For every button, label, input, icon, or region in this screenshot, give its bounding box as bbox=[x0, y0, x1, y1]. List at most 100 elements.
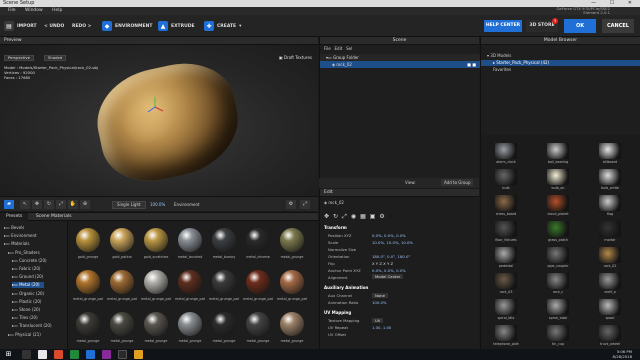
explorer-icon[interactable] bbox=[38, 350, 47, 359]
model-thumbnail[interactable] bbox=[547, 325, 569, 341]
material-sphere[interactable] bbox=[280, 312, 304, 336]
model-thumbnail[interactable] bbox=[599, 299, 621, 315]
help-center-button[interactable]: HELP CENTER bbox=[484, 20, 522, 32]
material-tree-item[interactable]: ▸▭ Ground (20) bbox=[12, 274, 43, 280]
undo-button[interactable]: < UNDO bbox=[44, 20, 64, 32]
material-tree-item[interactable]: ▸▭ Materials bbox=[4, 241, 29, 247]
app-icon[interactable] bbox=[54, 350, 63, 359]
material-sphere[interactable] bbox=[246, 270, 270, 294]
browser-tree-item[interactable]: Favorites bbox=[493, 67, 511, 73]
tab-scene-materials[interactable]: Scene Materials bbox=[30, 213, 78, 221]
model-thumbnail[interactable] bbox=[599, 195, 621, 211]
model-thumbnail[interactable] bbox=[495, 299, 517, 315]
app-icon[interactable] bbox=[118, 350, 127, 359]
material-tree-item[interactable]: ▸▭ Physical (21) bbox=[8, 332, 41, 338]
menu-file[interactable]: File bbox=[8, 8, 16, 13]
zoom-tool-icon[interactable]: ⊕ bbox=[80, 200, 90, 209]
material-sphere[interactable] bbox=[178, 270, 202, 294]
model-thumbnail[interactable] bbox=[599, 169, 621, 185]
model-thumbnail[interactable] bbox=[547, 299, 569, 315]
scene-menu-edit[interactable]: Edit bbox=[335, 46, 343, 51]
model-thumbnail[interactable] bbox=[495, 273, 517, 289]
material-sphere[interactable] bbox=[76, 228, 100, 252]
redo-button[interactable]: REDO > bbox=[72, 20, 91, 32]
model-thumbnail[interactable] bbox=[599, 247, 621, 263]
expand-icon[interactable]: ⤢ bbox=[300, 200, 310, 209]
scale-tool-icon[interactable]: ⤢ bbox=[56, 200, 66, 209]
search-icon[interactable] bbox=[22, 350, 31, 359]
light-intensity-value[interactable]: 100.0% bbox=[150, 201, 165, 209]
material-sphere[interactable] bbox=[280, 270, 304, 294]
shading-dropdown[interactable]: Shaded bbox=[44, 55, 67, 61]
browser-tree-item[interactable]: ▾ 3D Models bbox=[487, 53, 511, 59]
model-thumbnail[interactable] bbox=[547, 143, 569, 159]
pan-tool-icon[interactable]: ✋ bbox=[68, 200, 78, 209]
material-sphere[interactable] bbox=[144, 312, 168, 336]
model-thumbnail[interactable] bbox=[495, 169, 517, 185]
model-thumbnail[interactable] bbox=[547, 273, 569, 289]
material-sphere[interactable] bbox=[178, 312, 202, 336]
menu-window[interactable]: Window bbox=[25, 8, 43, 13]
scene-menu-sel[interactable]: Sel bbox=[346, 46, 352, 51]
create-button[interactable]: ✚ CREATE ▾ bbox=[204, 20, 241, 32]
model-thumbnail[interactable] bbox=[495, 143, 517, 159]
material-sphere[interactable] bbox=[246, 312, 270, 336]
tab-presets[interactable]: Presets bbox=[0, 213, 29, 221]
anchor-value[interactable]: 0.0%, 0.0%, 0.0% bbox=[372, 268, 406, 273]
material-sphere[interactable] bbox=[144, 270, 168, 294]
aux-channel-dropdown[interactable]: None bbox=[372, 293, 388, 298]
aux-animation-section[interactable]: Auxiliary Animation bbox=[324, 285, 368, 290]
model-thumbnail[interactable] bbox=[495, 247, 517, 263]
light-mode-dropdown[interactable]: Single Light bbox=[112, 201, 146, 209]
browser-tree-item-selected[interactable]: ▸ Starter_Pack_Physical (42) bbox=[481, 60, 640, 66]
move-tool-icon[interactable]: ✥ bbox=[32, 200, 42, 209]
material-tree-item[interactable]: ▸▭ Fabric (20) bbox=[12, 266, 40, 272]
model-thumbnail[interactable] bbox=[599, 143, 621, 159]
material-sphere[interactable] bbox=[110, 312, 134, 336]
model-thumbnail[interactable] bbox=[547, 195, 569, 211]
environment-button[interactable]: ◆ ENVIRONMENT bbox=[102, 20, 152, 32]
transform-section[interactable]: Transform bbox=[324, 225, 347, 230]
material-tree-item[interactable]: ▸▭ Environment bbox=[4, 233, 37, 239]
material-sphere[interactable] bbox=[246, 228, 270, 252]
system-clock[interactable]: 5:06 PM 8/28/2018 bbox=[613, 349, 632, 359]
texture-mapping-dropdown[interactable]: UV bbox=[372, 318, 384, 323]
visibility-icon[interactable]: ■ ■ bbox=[467, 61, 476, 68]
model-thumbnail[interactable] bbox=[547, 221, 569, 237]
app-icon[interactable] bbox=[134, 350, 143, 359]
cancel-button[interactable]: CANCEL bbox=[602, 19, 634, 33]
model-thumbnail[interactable] bbox=[599, 273, 621, 289]
transform-gizmo-icon[interactable] bbox=[145, 97, 165, 117]
camera-dropdown[interactable]: Perspective bbox=[4, 55, 34, 61]
material-sphere[interactable] bbox=[212, 228, 236, 252]
model-thumbnail[interactable] bbox=[599, 221, 621, 237]
model-thumbnail[interactable] bbox=[599, 325, 621, 341]
material-sphere[interactable] bbox=[144, 228, 168, 252]
excel-icon[interactable] bbox=[70, 350, 79, 359]
scene-row-rock[interactable]: ◈ rock_02 ■ ■ bbox=[320, 61, 480, 68]
material-tree-item[interactable]: ▸▭ Pro_Shaders bbox=[8, 250, 40, 256]
import-button[interactable]: ▤ IMPORT bbox=[4, 20, 37, 32]
material-sphere[interactable] bbox=[212, 270, 236, 294]
material-sphere[interactable] bbox=[76, 270, 100, 294]
menu-help[interactable]: Help bbox=[52, 8, 62, 13]
word-icon[interactable] bbox=[86, 350, 95, 359]
settings-icon[interactable]: ⚙ bbox=[286, 200, 296, 209]
draft-textures-toggle[interactable]: ▣ Draft Textures bbox=[279, 55, 312, 60]
material-tree-item[interactable]: ▸▭ Stone (20) bbox=[12, 307, 40, 313]
material-tree-item[interactable]: ▸▭ Concrete (20) bbox=[12, 258, 47, 264]
position-value[interactable]: 0.0%, 0.0%, 0.0% bbox=[372, 233, 406, 238]
material-tree-item[interactable]: ▸▭ Plastic (20) bbox=[12, 299, 41, 305]
material-sphere[interactable] bbox=[178, 228, 202, 252]
material-tree-item[interactable]: ▸▭ Translucent (20) bbox=[12, 323, 52, 329]
after-effects-icon[interactable] bbox=[102, 350, 111, 359]
rotate-tool-icon[interactable]: ↻ bbox=[44, 200, 54, 209]
material-tree-item[interactable]: ▸▭ Bevels bbox=[4, 225, 24, 231]
model-thumbnail[interactable] bbox=[495, 221, 517, 237]
scene-menu-file[interactable]: File bbox=[324, 46, 331, 51]
animation-ratio-value[interactable]: 100.0% bbox=[372, 300, 386, 305]
extrude-button[interactable]: ▲ EXTRUDE bbox=[158, 20, 195, 32]
select-tool-icon[interactable]: ↖ bbox=[20, 200, 30, 209]
material-sphere[interactable] bbox=[212, 312, 236, 336]
uv-repeat-value[interactable]: 1.00, 1.00 bbox=[372, 325, 391, 330]
